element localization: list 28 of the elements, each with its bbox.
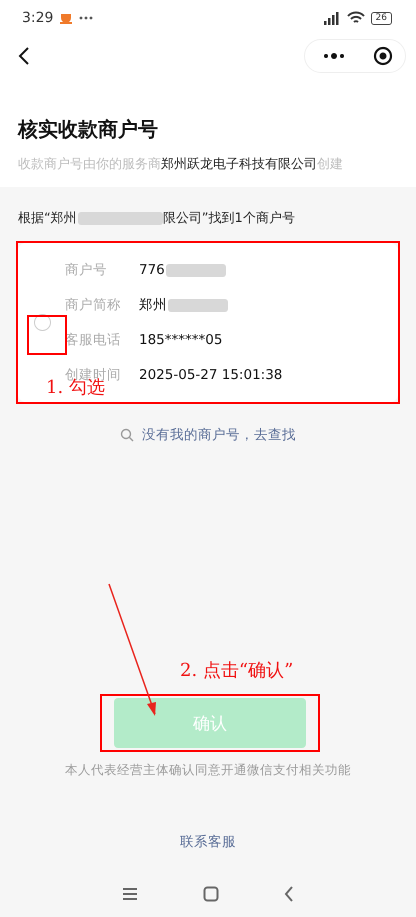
redaction-mark (166, 264, 226, 276)
annotation-text: 2. 点击“确认” (180, 659, 294, 682)
battery-indicator: 26 (370, 12, 392, 24)
field-value: 郑州 (139, 296, 167, 314)
redaction-mark (168, 298, 228, 312)
field-value: 185******05 (139, 332, 222, 348)
contact-support-link[interactable]: 联系客服 (180, 834, 236, 850)
signal-icon (322, 11, 341, 25)
page-title: 核实收款商户号 (18, 116, 159, 143)
wifi-icon (346, 11, 365, 25)
find-merchant-link[interactable]: 没有我的商户号，去查找 (142, 426, 296, 444)
app-notification-icon (59, 11, 74, 25)
agreement-text: 本人代表经营主体确认同意开通微信支付相关功能 (64, 762, 352, 779)
radio-button[interactable] (34, 314, 51, 331)
result-text: 根据“郑州 (18, 210, 77, 227)
field-label: 商户号 (65, 261, 108, 279)
more-notifications-icon (79, 16, 94, 20)
more-icon[interactable] (323, 52, 345, 60)
menu-icon[interactable] (122, 887, 138, 901)
field-label: 商户简称 (65, 296, 122, 314)
field-value: 776 (139, 262, 165, 278)
back-icon[interactable] (18, 46, 30, 66)
page-subtitle: 收款商户号由你的服务商郑州跃龙电子科技有限公司创建 (18, 156, 344, 173)
field-value: 2025-05-27 15:01:38 (139, 367, 282, 383)
search-icon (120, 428, 134, 442)
home-icon[interactable] (202, 886, 219, 902)
status-time: 3:29 (22, 10, 54, 26)
result-text: 限公司”找到1个商户号 (162, 210, 295, 227)
